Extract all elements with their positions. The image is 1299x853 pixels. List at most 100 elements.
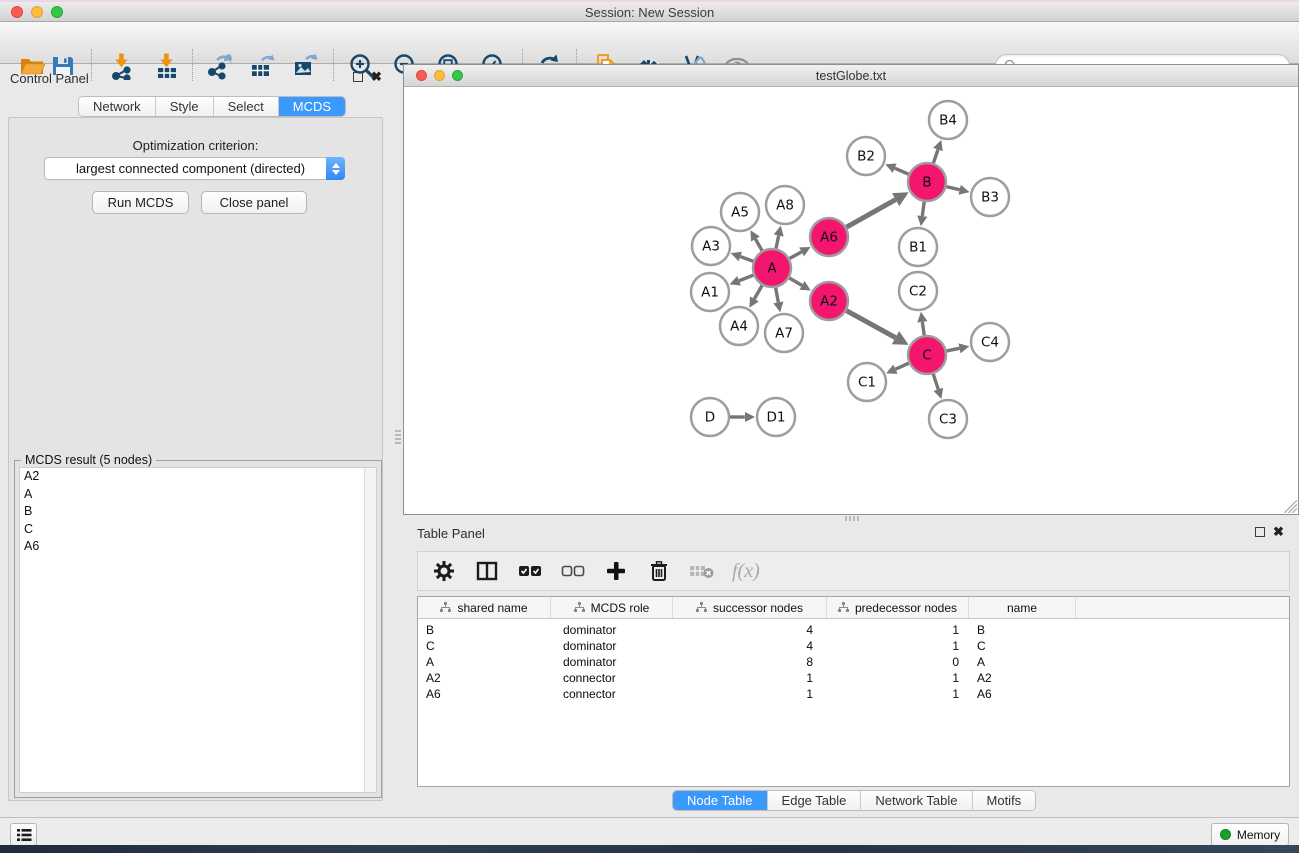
graph-node-A7[interactable]: A7 — [765, 314, 803, 352]
graph-node-C[interactable]: C — [908, 336, 946, 374]
import-network-icon[interactable] — [107, 51, 137, 81]
graph-node-A4[interactable]: A4 — [720, 307, 758, 345]
optimization-criterion-select[interactable]: largest connected component (directed) — [44, 157, 345, 180]
graph-node-A1[interactable]: A1 — [691, 273, 729, 311]
graph-edge-B-B3[interactable] — [946, 187, 959, 190]
graph-edge-A-A7[interactable] — [776, 288, 779, 303]
graph-edge-A-A2[interactable] — [789, 278, 802, 285]
tab-network[interactable]: Network — [79, 97, 156, 116]
export-table-icon[interactable] — [247, 51, 277, 81]
column-header-MCDS-role[interactable]: MCDS role — [551, 597, 673, 618]
graph-node-B4[interactable]: B4 — [929, 101, 967, 139]
graph-node-A2[interactable]: A2 — [810, 282, 848, 320]
table-cell: A2 — [969, 671, 1076, 685]
graph-node-A8[interactable]: A8 — [766, 186, 804, 224]
graph-edge-C-C4[interactable] — [947, 348, 960, 351]
table-row[interactable]: A6connector11A6 — [418, 686, 1289, 702]
column-type-icon — [574, 602, 585, 613]
graph-edge-A-A1[interactable] — [739, 275, 753, 281]
mcds-list-scrollbar[interactable] — [364, 468, 376, 792]
table-row[interactable]: A2connector11A2 — [418, 670, 1289, 686]
float-panel-icon[interactable] — [353, 72, 363, 82]
tab-style[interactable]: Style — [156, 97, 214, 116]
column-header-predecessor-nodes[interactable]: predecessor nodes — [827, 597, 969, 618]
vertical-splitter-grip[interactable] — [395, 428, 401, 444]
graph-edge-A-A8[interactable] — [776, 236, 779, 249]
column-header-shared-name[interactable]: shared name — [418, 597, 551, 618]
float-table-panel-icon[interactable] — [1255, 527, 1265, 537]
graph-node-D1[interactable]: D1 — [757, 398, 795, 436]
svg-text:A7: A7 — [775, 326, 793, 342]
graph-node-A[interactable]: A — [753, 249, 791, 287]
close-panel-button[interactable]: Close panel — [201, 191, 307, 214]
graph-edge-A6-B[interactable] — [846, 200, 895, 228]
graph-node-C4[interactable]: C4 — [971, 323, 1009, 361]
column-header-successor-nodes[interactable]: successor nodes — [673, 597, 827, 618]
tab-node-table[interactable]: Node Table — [673, 791, 768, 810]
mcds-result-item[interactable]: A6 — [20, 538, 376, 556]
graph-edge-A-A6[interactable] — [790, 252, 802, 259]
tab-select[interactable]: Select — [214, 97, 279, 116]
graph-edge-A-A5[interactable] — [755, 239, 762, 251]
table-cell: 1 — [673, 687, 827, 701]
graph-node-A3[interactable]: A3 — [692, 227, 730, 265]
window-resize-grip[interactable] — [1284, 500, 1297, 513]
node-table[interactable]: shared nameMCDS rolesuccessor nodesprede… — [417, 596, 1290, 787]
table-cell: dominator — [551, 623, 673, 637]
graph-node-D[interactable]: D — [691, 398, 729, 436]
mcds-result-item[interactable]: B — [20, 503, 376, 521]
graph-edge-A2-C[interactable] — [847, 311, 896, 338]
graph-edge-C-C3[interactable] — [933, 374, 938, 389]
graph-edge-C-C2[interactable] — [922, 322, 924, 335]
close-panel-icon[interactable]: ✖ — [371, 72, 382, 82]
import-table-icon[interactable] — [152, 51, 182, 81]
graph-edge-B-B4[interactable] — [933, 150, 938, 164]
graph-node-C1[interactable]: C1 — [848, 363, 886, 401]
mcds-result-list[interactable]: A2ABCA6 — [19, 467, 377, 793]
add-column-icon[interactable] — [603, 558, 629, 584]
horizontal-splitter-grip[interactable] — [843, 516, 859, 521]
memory-button[interactable]: Memory — [1211, 823, 1289, 846]
graph-node-B1[interactable]: B1 — [899, 228, 937, 266]
export-image-icon[interactable] — [290, 51, 320, 81]
close-table-panel-icon[interactable]: ✖ — [1273, 527, 1284, 537]
task-history-button[interactable] — [10, 823, 37, 846]
graph-node-C3[interactable]: C3 — [929, 400, 967, 438]
graph-node-B2[interactable]: B2 — [847, 137, 885, 175]
tab-motifs[interactable]: Motifs — [973, 791, 1036, 810]
mcds-result-item[interactable]: A — [20, 486, 376, 504]
column-header-name[interactable]: name — [969, 597, 1076, 618]
graph-node-A5[interactable]: A5 — [721, 193, 759, 231]
table-cell: A6 — [969, 687, 1076, 701]
graph-edge-B-B1[interactable] — [922, 202, 924, 216]
graph-edge-C-C1[interactable] — [895, 363, 908, 369]
mcds-result-item[interactable]: A2 — [20, 468, 376, 486]
tab-edge-table[interactable]: Edge Table — [768, 791, 862, 810]
table-cell: 4 — [673, 623, 827, 637]
graph-node-B[interactable]: B — [908, 163, 946, 201]
graph-node-B3[interactable]: B3 — [971, 178, 1009, 216]
unselect-all-columns-icon[interactable] — [560, 558, 586, 584]
run-mcds-button[interactable]: Run MCDS — [92, 191, 189, 214]
table-row[interactable]: Cdominator41C — [418, 638, 1289, 654]
settings-gear-icon[interactable] — [431, 558, 457, 584]
mcds-result-item[interactable]: C — [20, 521, 376, 539]
network-window-titlebar[interactable]: testGlobe.txt — [404, 65, 1298, 87]
delete-columns-icon[interactable] — [646, 558, 672, 584]
show-columns-icon[interactable] — [474, 558, 500, 584]
graph-edge-A-A3[interactable] — [740, 257, 753, 262]
memory-label: Memory — [1237, 828, 1280, 842]
select-all-columns-icon[interactable] — [517, 558, 543, 584]
table-row[interactable]: Adominator80A — [418, 654, 1289, 670]
export-network-icon[interactable] — [204, 51, 234, 81]
tab-network-table[interactable]: Network Table — [861, 791, 972, 810]
table-row[interactable]: Bdominator41B — [418, 622, 1289, 638]
network-canvas[interactable]: A A1 A2 A3 A4 A5 A6 A7 A8 B B1 B2 B3 B4 C C1 C2 C3 C4 D D1 — [404, 87, 1298, 514]
graph-node-A6[interactable]: A6 — [810, 218, 848, 256]
tab-mcds[interactable]: MCDS — [279, 97, 345, 116]
network-window-title: testGlobe.txt — [404, 69, 1298, 83]
graph-node-C2[interactable]: C2 — [899, 272, 937, 310]
table-cell: connector — [551, 687, 673, 701]
graph-edge-A-A4[interactable] — [754, 285, 762, 298]
graph-edge-B-B2[interactable] — [895, 168, 909, 174]
